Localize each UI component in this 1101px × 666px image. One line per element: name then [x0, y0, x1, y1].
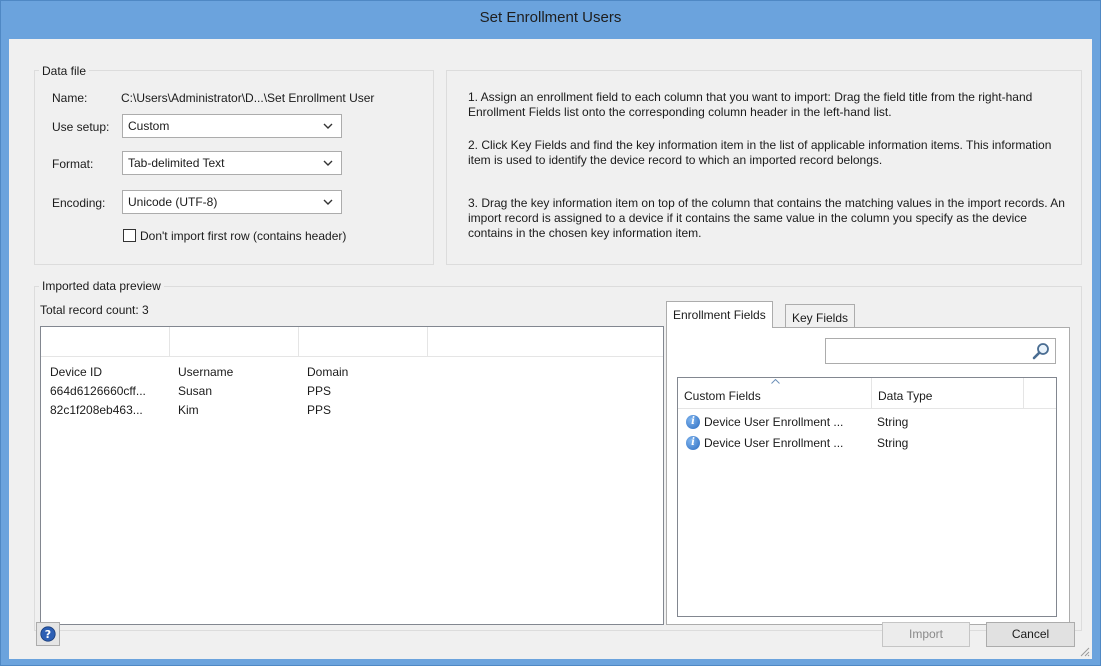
column-name-device-id: Device ID: [50, 365, 103, 379]
encoding-dropdown[interactable]: Unicode (UTF-8): [122, 190, 342, 214]
column-name-username: Username: [178, 365, 234, 379]
preview-header-col-4[interactable]: [428, 327, 663, 357]
list-item[interactable]: i Device User Enrollment ... String: [678, 412, 1056, 432]
list-item[interactable]: i Device User Enrollment ... String: [678, 433, 1056, 453]
skip-header-label[interactable]: Don't import first row (contains header): [140, 229, 346, 243]
help-icon: ?: [40, 626, 56, 642]
field-name: Device User Enrollment ...: [704, 415, 844, 429]
chevron-down-icon: [323, 160, 333, 166]
table-cell: Kim: [178, 403, 199, 417]
sort-ascending-icon: [771, 379, 780, 384]
format-label: Format:: [52, 157, 94, 171]
use-setup-label: Use setup:: [52, 120, 110, 134]
use-setup-value: Custom: [128, 119, 170, 133]
instruction-step-1: 1. Assign an enrollment field to each co…: [468, 90, 1033, 119]
preview-data-list[interactable]: Device ID Username Domain 664d6126660cff…: [40, 326, 664, 625]
file-name-value: C:\Users\Administrator\D...\Set Enrollme…: [121, 91, 375, 105]
use-setup-dropdown[interactable]: Custom: [122, 114, 342, 138]
data-type-column-header[interactable]: Data Type: [872, 378, 1024, 409]
field-search-input[interactable]: [825, 338, 1056, 364]
format-value: Tab-delimited Text: [128, 156, 225, 170]
cancel-button[interactable]: Cancel: [986, 622, 1075, 647]
imported-data-preview-title: Imported data preview: [39, 279, 164, 293]
field-data-type: String: [877, 436, 909, 450]
field-data-type: String: [877, 415, 909, 429]
import-button[interactable]: Import: [882, 622, 970, 647]
skip-header-checkbox[interactable]: [123, 229, 136, 242]
info-icon: i: [686, 436, 700, 450]
fields-header-filler: [1024, 378, 1056, 409]
preview-header-col-2[interactable]: [170, 327, 299, 357]
data-file-group-title: Data file: [39, 64, 90, 78]
encoding-value: Unicode (UTF-8): [128, 195, 218, 209]
dialog-client-area: Data file Name: C:\Users\Administrator\D…: [9, 39, 1092, 659]
column-name-domain: Domain: [307, 365, 349, 379]
name-label: Name:: [52, 91, 88, 105]
enrollment-fields-list[interactable]: Custom Fields Data Type i Device User En…: [677, 377, 1057, 617]
chevron-down-icon: [323, 123, 333, 129]
instruction-step-3: 3. Drag the key information item on top …: [468, 196, 1065, 240]
enrollment-fields-panel: Custom Fields Data Type i Device User En…: [666, 327, 1070, 625]
table-cell: Susan: [178, 384, 213, 398]
custom-fields-column-header[interactable]: Custom Fields: [678, 378, 872, 409]
table-cell: 664d6126660cff...: [50, 384, 146, 398]
search-icon[interactable]: [1032, 342, 1050, 360]
encoding-label: Encoding:: [52, 196, 106, 210]
table-row[interactable]: 664d6126660cff... Susan PPS: [41, 382, 663, 401]
table-row[interactable]: Device ID Username Domain: [41, 363, 663, 382]
resize-grip-icon[interactable]: [1078, 645, 1090, 657]
preview-header-col-3[interactable]: [299, 327, 428, 357]
format-dropdown[interactable]: Tab-delimited Text: [122, 151, 342, 175]
data-type-header-label: Data Type: [878, 389, 933, 403]
table-cell: 82c1f208eb463...: [50, 403, 143, 417]
preview-header-col-1[interactable]: [41, 327, 170, 357]
dialog-window: Set Enrollment Users Data file Name: C:\…: [0, 0, 1101, 666]
info-icon: i: [686, 415, 700, 429]
window-title[interactable]: Set Enrollment Users: [1, 1, 1100, 39]
total-record-count: Total record count: 3: [40, 303, 149, 317]
tab-key-fields[interactable]: Key Fields: [785, 304, 856, 328]
custom-fields-header-label: Custom Fields: [684, 389, 761, 403]
chevron-down-icon: [323, 199, 333, 205]
field-name: Device User Enrollment ...: [704, 436, 844, 450]
help-button[interactable]: ?: [36, 622, 60, 646]
instruction-step-2: 2. Click Key Fields and find the key inf…: [468, 138, 1052, 167]
table-cell: PPS: [307, 384, 332, 398]
table-row[interactable]: 82c1f208eb463... Kim PPS: [41, 401, 663, 420]
tab-enrollment-fields[interactable]: Enrollment Fields: [666, 301, 773, 328]
table-cell: PPS: [307, 403, 332, 417]
svg-text:?: ?: [45, 628, 51, 641]
